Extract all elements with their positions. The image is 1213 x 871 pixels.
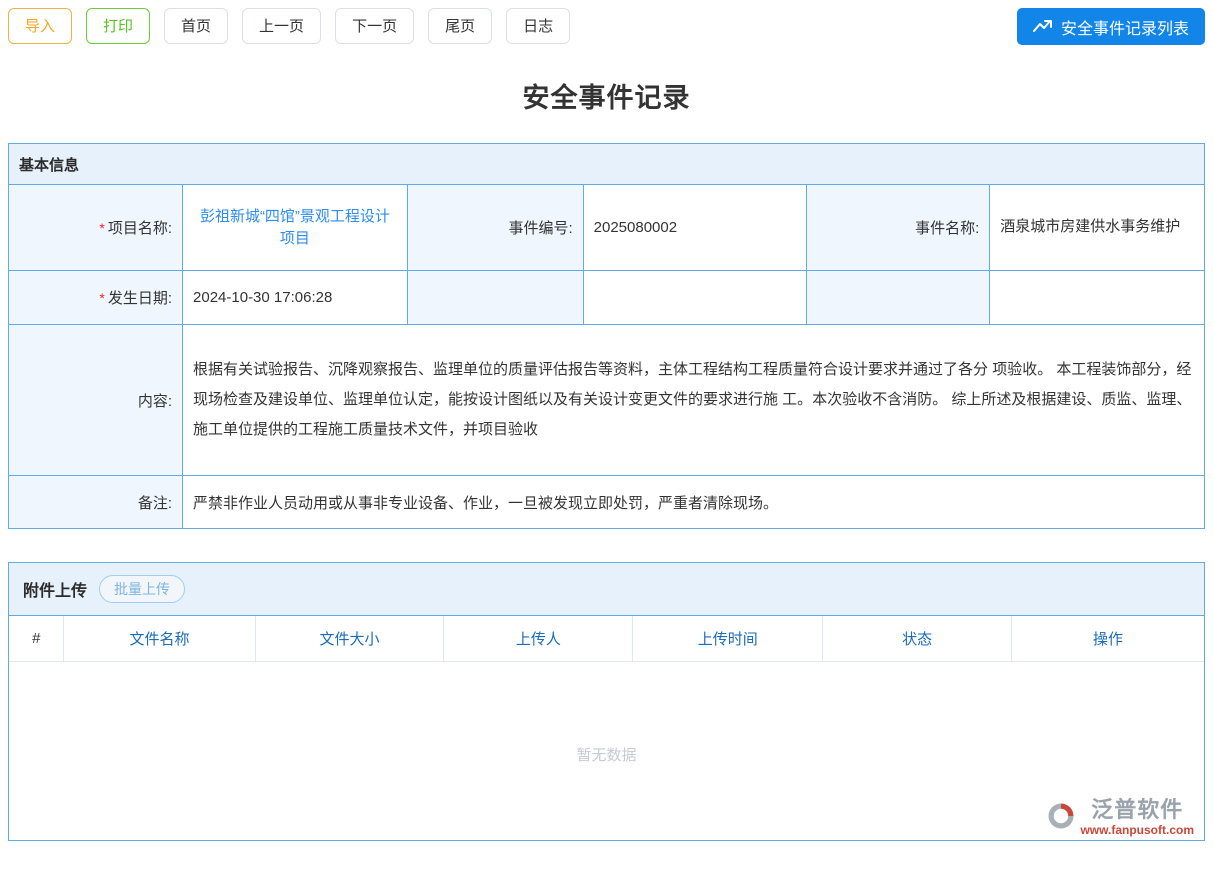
remark-value: 严禁非作业人员动用或从事非专业设备、作业，一旦被发现立即处罚，严重者清除现场。 bbox=[183, 476, 1205, 529]
event-name-value: 酒泉城市房建供水事务维护 bbox=[990, 185, 1205, 271]
col-index: # bbox=[9, 616, 64, 661]
project-name-label: *项目名称: bbox=[9, 185, 183, 271]
project-name-cell: 彭祖新城“四馆”景观工程设计项目 bbox=[183, 185, 408, 271]
record-list-button[interactable]: 安全事件记录列表 bbox=[1017, 8, 1205, 45]
toolbar: 导入 打印 首页 上一页 下一页 尾页 日志 安全事件记录列表 bbox=[8, 8, 1205, 46]
attachment-section-title: 附件上传 bbox=[23, 577, 87, 601]
info-row-2: *发生日期: 2024-10-30 17:06:28 bbox=[9, 271, 1205, 325]
empty-value-cell bbox=[990, 271, 1205, 325]
last-page-button[interactable]: 尾页 bbox=[428, 8, 492, 44]
page-title: 安全事件记录 bbox=[8, 76, 1205, 115]
watermark-url: www.fanpusoft.com bbox=[1080, 823, 1194, 837]
import-button[interactable]: 导入 bbox=[8, 8, 72, 44]
basic-info-header-row: 基本信息 bbox=[9, 144, 1205, 185]
occur-date-label: *发生日期: bbox=[9, 271, 183, 325]
fanpu-logo-icon bbox=[1046, 801, 1076, 836]
log-button[interactable]: 日志 bbox=[506, 8, 570, 44]
col-file-name: 文件名称 bbox=[64, 616, 255, 661]
first-page-button[interactable]: 首页 bbox=[164, 8, 228, 44]
attachment-table-body: 暂无数据 bbox=[9, 662, 1204, 841]
event-no-label: 事件编号: bbox=[407, 185, 583, 271]
required-mark: * bbox=[99, 220, 104, 236]
attachment-table: # 文件名称 文件大小 上传人 上传时间 状态 操作 bbox=[9, 616, 1204, 662]
col-upload-time: 上传时间 bbox=[633, 616, 823, 661]
col-actions: 操作 bbox=[1012, 616, 1204, 661]
batch-upload-button[interactable]: 批量上传 bbox=[99, 575, 185, 603]
print-button[interactable]: 打印 bbox=[86, 8, 150, 44]
next-page-button[interactable]: 下一页 bbox=[335, 8, 414, 44]
content-value: 根据有关试验报告、沉降观察报告、监理单位的质量评估报告等资料，主体工程结构工程质… bbox=[183, 325, 1205, 476]
attachment-table-header-row: # 文件名称 文件大小 上传人 上传时间 状态 操作 bbox=[9, 616, 1204, 661]
vendor-watermark: 泛普软件 www.fanpusoft.com bbox=[1046, 798, 1194, 837]
attachment-header: 附件上传 批量上传 bbox=[9, 563, 1204, 616]
empty-label-cell bbox=[807, 271, 990, 325]
remark-label: 备注: bbox=[9, 476, 183, 529]
col-file-size: 文件大小 bbox=[255, 616, 444, 661]
occur-date-value: 2024-10-30 17:06:28 bbox=[183, 271, 408, 325]
prev-page-button[interactable]: 上一页 bbox=[242, 8, 321, 44]
project-name-link[interactable]: 彭祖新城“四馆”景观工程设计项目 bbox=[193, 206, 397, 250]
col-uploader: 上传人 bbox=[444, 616, 633, 661]
event-no-value: 2025080002 bbox=[583, 185, 807, 271]
content-row: 内容: 根据有关试验报告、沉降观察报告、监理单位的质量评估报告等资料，主体工程结… bbox=[9, 325, 1205, 476]
basic-info-section-title: 基本信息 bbox=[9, 144, 1205, 185]
empty-state-text: 暂无数据 bbox=[9, 744, 1204, 765]
basic-info-table: 基本信息 *项目名称: 彭祖新城“四馆”景观工程设计项目 事件编号: 20250… bbox=[8, 143, 1205, 529]
empty-label-cell bbox=[407, 271, 583, 325]
col-status: 状态 bbox=[823, 616, 1012, 661]
record-list-button-label: 安全事件记录列表 bbox=[1061, 15, 1189, 39]
watermark-brand: 泛普软件 bbox=[1091, 798, 1183, 822]
info-row-1: *项目名称: 彭祖新城“四馆”景观工程设计项目 事件编号: 2025080002… bbox=[9, 185, 1205, 271]
required-mark: * bbox=[99, 290, 104, 306]
event-name-label: 事件名称: bbox=[807, 185, 990, 271]
content-label: 内容: bbox=[9, 325, 183, 476]
empty-value-cell bbox=[583, 271, 807, 325]
page: 导入 打印 首页 上一页 下一页 尾页 日志 安全事件记录列表 安全事件记录 基… bbox=[0, 0, 1213, 871]
trending-up-icon bbox=[1033, 19, 1053, 34]
remark-row: 备注: 严禁非作业人员动用或从事非专业设备、作业，一旦被发现立即处罚，严重者清除… bbox=[9, 476, 1205, 529]
attachment-section: 附件上传 批量上传 # 文件名称 文件大小 上传人 上传时间 状态 操作 暂无数… bbox=[8, 562, 1205, 841]
